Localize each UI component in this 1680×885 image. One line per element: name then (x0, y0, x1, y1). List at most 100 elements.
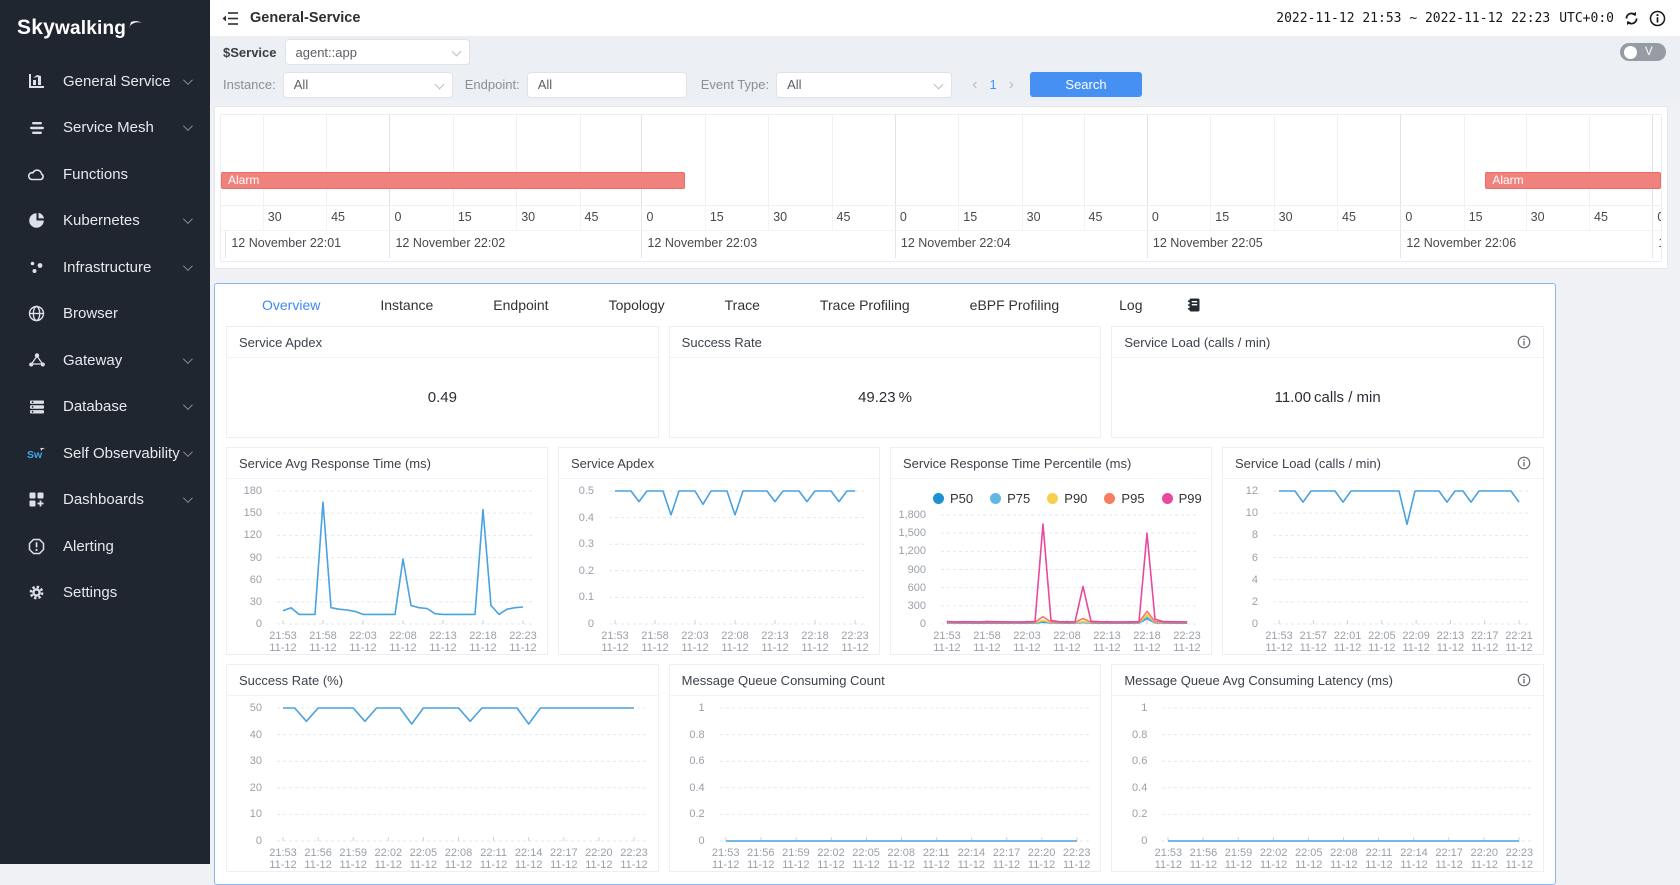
timeline-minor-label: 15 (458, 210, 472, 224)
x-tick-label: 22:2011-12 (1470, 848, 1498, 871)
info-icon[interactable] (1517, 456, 1531, 470)
x-tick-label: 22:1411-12 (515, 848, 543, 871)
y-tick-label: 30 (250, 755, 262, 767)
x-tick-label: 22:2311-12 (1173, 631, 1201, 654)
chevron-down-icon (434, 79, 444, 89)
logo-text-1: Sky (17, 16, 55, 40)
timeline-gridline (832, 115, 833, 205)
timeline-gridline (516, 115, 517, 205)
timeline-gridline (1022, 206, 1023, 230)
x-tick-label: 22:1111-12 (480, 848, 507, 871)
legend-dot-icon (1162, 493, 1173, 504)
tab-topology[interactable]: Topology (579, 297, 695, 313)
x-tick-label: 22:0311-12 (349, 631, 377, 654)
metric-card-title: Success Rate (682, 335, 762, 350)
timeline-gridline (1652, 231, 1653, 258)
timeline-gridline (1464, 206, 1465, 230)
x-axis-labels: 21:5311-1221:5811-1222:0311-1222:0811-12… (269, 628, 537, 654)
time-range[interactable]: 2022-11-12 21:53 ~ 2022-11-12 22:23 (1276, 11, 1550, 26)
info-icon[interactable] (1517, 335, 1531, 349)
sidebar-item-infrastructure[interactable]: Infrastructure (0, 244, 210, 291)
sidebar-item-general-service[interactable]: General Service (0, 58, 210, 105)
sidebar-item-functions[interactable]: Functions (0, 151, 210, 198)
timeline-minor-label: 30 (1531, 210, 1545, 224)
sidebar-item-gateway[interactable]: Gateway (0, 337, 210, 384)
y-axis-labels: 00.20.40.60.81 (1116, 703, 1154, 845)
legend-item-p99[interactable]: P99 (1162, 491, 1202, 506)
sidebar-item-dashboards[interactable]: Dashboards (0, 477, 210, 524)
x-tick-label: 22:0811-12 (445, 848, 473, 871)
notebook-icon[interactable] (1187, 297, 1202, 313)
timeline-gridline (1400, 206, 1401, 230)
event-type-select[interactable]: All (776, 72, 952, 98)
prev-page-button[interactable]: ‹ (972, 77, 977, 93)
legend-item-p95[interactable]: P95 (1104, 491, 1144, 506)
chart-plot (933, 510, 1201, 628)
collapse-menu-icon[interactable] (222, 11, 239, 26)
sidebar-item-database[interactable]: Database (0, 384, 210, 431)
x-tick-label: 22:0911-12 (1402, 631, 1430, 654)
x-tick-label: 22:2311-12 (509, 631, 537, 654)
tab-log[interactable]: Log (1089, 297, 1172, 313)
chart-title: Success Rate (%) (239, 673, 343, 688)
tab-overview[interactable]: Overview (232, 297, 350, 313)
timeline-gridline (1400, 231, 1401, 258)
legend-item-p90[interactable]: P90 (1047, 491, 1087, 506)
main-area: General-Service 2022-11-12 21:53 ~ 2022-… (210, 0, 1680, 885)
timeline-minor-label: 0 (646, 210, 653, 224)
view-toggle[interactable]: V (1620, 43, 1666, 61)
x-tick-label: 22:0311-12 (1013, 631, 1041, 654)
sidebar-item-service-mesh[interactable]: Service Mesh (0, 105, 210, 152)
x-tick-label: 22:1711-12 (993, 848, 1021, 871)
x-axis-labels: 21:5311-1221:5711-1222:0111-1222:0511-12… (1265, 628, 1533, 654)
alarm-bar[interactable]: Alarm (1485, 172, 1661, 189)
service-select[interactable]: agent::app (285, 39, 470, 65)
legend-label: P75 (1007, 491, 1030, 506)
tab-instance[interactable]: Instance (350, 297, 463, 313)
instance-select[interactable]: All (283, 72, 453, 98)
timeline-gridline (1147, 231, 1148, 258)
legend-item-p50[interactable]: P50 (933, 491, 973, 506)
sidebar-item-browser[interactable]: Browser (0, 291, 210, 338)
x-tick-label: 22:0811-12 (1053, 631, 1081, 654)
x-tick-label: 22:1711-12 (1435, 848, 1463, 871)
x-tick-label: 22:1711-12 (1471, 631, 1499, 654)
chevron-down-icon (183, 261, 193, 271)
sidebar-item-label: Infrastructure (63, 259, 183, 276)
info-icon[interactable] (1517, 673, 1531, 687)
utc-offset[interactable]: UTC+0:0 (1559, 11, 1614, 26)
sidebar-item-kubernetes[interactable]: Kubernetes (0, 198, 210, 245)
tab-ebpf-profiling[interactable]: eBPF Profiling (940, 297, 1089, 313)
tab-trace[interactable]: Trace (695, 297, 790, 313)
timeline-gridline (1526, 206, 1527, 230)
y-tick-label: 6 (1252, 552, 1258, 564)
y-tick-label: 300 (908, 600, 926, 612)
search-button[interactable]: Search (1030, 72, 1142, 97)
legend-item-p75[interactable]: P75 (990, 491, 1030, 506)
y-tick-label: 0.4 (579, 512, 594, 524)
endpoint-input[interactable] (527, 72, 687, 98)
header-right: 2022-11-12 21:53 ~ 2022-11-12 22:23 UTC+… (1276, 10, 1666, 27)
next-page-button[interactable]: › (1009, 77, 1014, 93)
current-page[interactable]: 1 (989, 77, 996, 92)
tab-trace-profiling[interactable]: Trace Profiling (790, 297, 940, 313)
sidebar-item-alerting[interactable]: Alerting (0, 523, 210, 570)
x-tick-label: 22:2311-12 (1506, 848, 1534, 871)
sidebar-item-settings[interactable]: Settings (0, 570, 210, 617)
sidebar-item-self-observability[interactable]: SwSelf Observability (0, 430, 210, 477)
x-axis-labels: 21:5311-1221:5811-1222:0311-1222:0811-12… (601, 628, 869, 654)
x-tick-label: 21:5311-12 (269, 848, 297, 871)
x-tick-label: 21:5711-12 (1300, 631, 1328, 654)
refresh-icon[interactable] (1623, 10, 1640, 27)
timeline-gridline (1464, 115, 1465, 205)
timeline-gridline (705, 206, 706, 230)
y-tick-label: 0.1 (579, 591, 594, 603)
y-tick-label: 600 (908, 582, 926, 594)
dashboard-tabs: OverviewInstanceEndpointTopologyTraceTra… (226, 284, 1544, 326)
timeline-gridline (958, 115, 959, 205)
alarm-bar[interactable]: Alarm (221, 172, 685, 189)
tab-endpoint[interactable]: Endpoint (463, 297, 578, 313)
timeline-gridline (705, 115, 706, 205)
info-icon[interactable] (1649, 10, 1666, 27)
metric-unit: calls / min (1314, 389, 1381, 406)
